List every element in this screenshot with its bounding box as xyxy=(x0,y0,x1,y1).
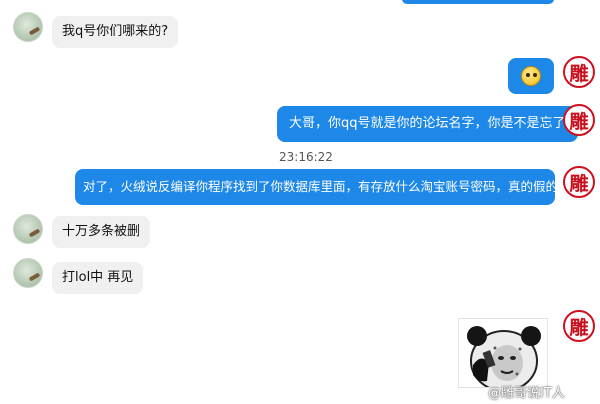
weibo-watermark: @雕哥说IT人 xyxy=(488,386,565,401)
contact-avatar-icon[interactable] xyxy=(13,12,43,42)
panda-meme-sticker-image xyxy=(459,319,547,387)
my-avatar-icon[interactable]: 雕 xyxy=(563,56,595,88)
message-bubble-left: 我q号你们哪来的? xyxy=(52,16,179,48)
my-avatar-icon[interactable]: 雕 xyxy=(563,166,595,198)
message-bubble-right-emoji xyxy=(508,58,554,94)
my-avatar-icon[interactable]: 雕 xyxy=(563,104,595,136)
message-timestamp: 23:16:22 xyxy=(279,150,333,164)
message-bubble-left: 十万多条被删 xyxy=(52,216,151,248)
smiley-emoji-icon xyxy=(521,66,541,86)
panda-meme-sticker[interactable] xyxy=(458,318,548,388)
cutoff-message-bubble xyxy=(402,0,554,4)
contact-avatar-icon[interactable] xyxy=(13,214,43,244)
contact-avatar-icon[interactable] xyxy=(13,258,43,288)
message-bubble-right: 对了，火绒说反编译你程序找到了你数据库里面，有存放什么淘宝账号密码，真的假的 xyxy=(75,169,558,205)
message-bubble-right: 大哥，你qq号就是你的论坛名字，你是不是忘了 xyxy=(277,106,578,142)
message-bubble-left: 打lol中 再见 xyxy=(52,262,144,294)
my-avatar-icon[interactable]: 雕 xyxy=(563,310,595,342)
